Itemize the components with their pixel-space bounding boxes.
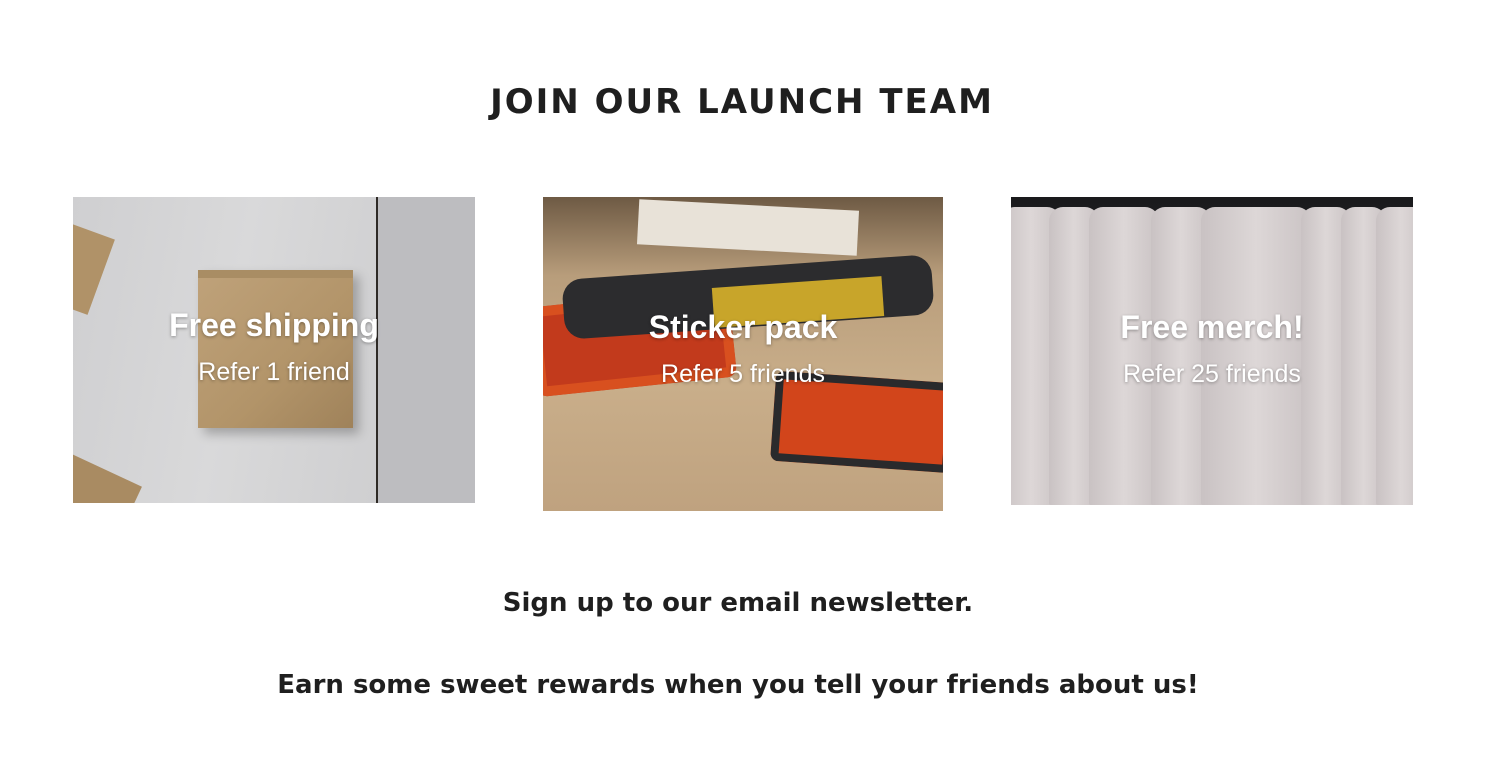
page-title: JOIN OUR LAUNCH TEAM (490, 82, 994, 122)
reward-subtitle: Refer 1 friend (198, 358, 350, 386)
reward-text: Sticker pack Refer 5 friends (543, 309, 943, 389)
reward-card-free-merch: Free merch! Refer 25 friends (1011, 197, 1413, 505)
reward-subtitle: Refer 5 friends (661, 360, 825, 388)
box-lid-decoration (198, 270, 353, 278)
newsletter-signup-text: Sign up to our email newsletter. (502, 588, 974, 618)
reward-title: Sticker pack (648, 309, 838, 345)
box-corner-decoration (73, 219, 115, 315)
reward-subtitle: Refer 25 friends (1123, 360, 1301, 388)
reward-text: Free merch! Refer 25 friends (1011, 309, 1413, 389)
reward-title: Free merch! (1120, 309, 1304, 345)
reward-card-free-shipping: Free shipping Refer 1 friend (73, 197, 475, 503)
reward-title: Free shipping (169, 307, 379, 343)
rewards-description-text: Earn some sweet rewards when you tell yo… (277, 670, 1199, 700)
reward-card-sticker-pack: Sticker pack Refer 5 friends (543, 197, 943, 511)
box-corner-decoration (73, 452, 142, 503)
reward-text: Free shipping Refer 1 friend (73, 307, 475, 387)
paper-decoration (636, 199, 860, 256)
